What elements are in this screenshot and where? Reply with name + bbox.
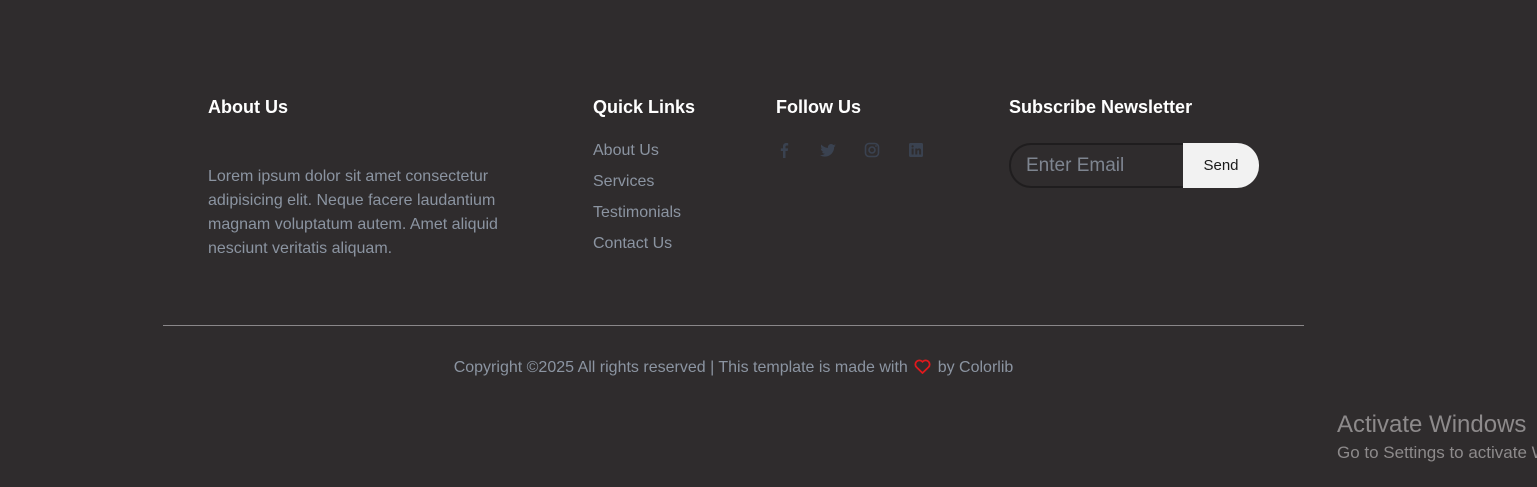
instagram-icon[interactable] (864, 142, 880, 158)
footer: About Us Lorem ipsum dolor sit amet cons… (0, 0, 1537, 487)
follow-title: Follow Us (776, 97, 861, 117)
about-title: About Us (208, 97, 288, 117)
quick-links-list: About Us Services Testimonials Contact U… (593, 141, 681, 265)
quick-link-contact-us[interactable]: Contact Us (593, 234, 681, 265)
copyright-text: Copyright ©2025 All rights reserved | Th… (453, 359, 908, 376)
quick-link-services[interactable]: Services (593, 172, 681, 203)
divider (163, 325, 1304, 326)
newsletter-title: Subscribe Newsletter (1009, 97, 1193, 117)
quick-links-section: Quick Links About Us Services Testimonia… (593, 95, 753, 252)
email-input[interactable] (1009, 143, 1183, 188)
heart-icon (914, 359, 931, 375)
about-section: About Us Lorem ipsum dolor sit amet cons… (208, 95, 528, 261)
watermark-subtitle: Go to Settings to activate Windows. (1337, 443, 1537, 462)
send-button[interactable]: Send (1183, 143, 1259, 188)
quick-links-title: Quick Links (593, 97, 696, 117)
copyright: Copyright ©2025 All rights reserved | Th… (0, 358, 1467, 378)
twitter-icon[interactable] (820, 142, 836, 158)
follow-section: Follow Us (776, 95, 976, 158)
quick-link-about-us[interactable]: About Us (593, 141, 681, 172)
newsletter-form: Send (1009, 143, 1259, 188)
watermark-title: Activate Windows (1337, 411, 1527, 438)
linkedin-icon[interactable] (908, 142, 924, 158)
activate-windows-watermark: Activate Windows Go to Settings to activ… (1337, 410, 1537, 466)
copyright-by: by (937, 359, 955, 376)
colorlib-link[interactable]: Colorlib (959, 359, 1013, 376)
about-text: Lorem ipsum dolor sit amet consectetur a… (208, 168, 498, 257)
social-links (776, 142, 952, 158)
newsletter-section: Subscribe Newsletter Send (1009, 95, 1269, 188)
facebook-icon[interactable] (776, 142, 792, 158)
quick-link-testimonials[interactable]: Testimonials (593, 203, 681, 234)
